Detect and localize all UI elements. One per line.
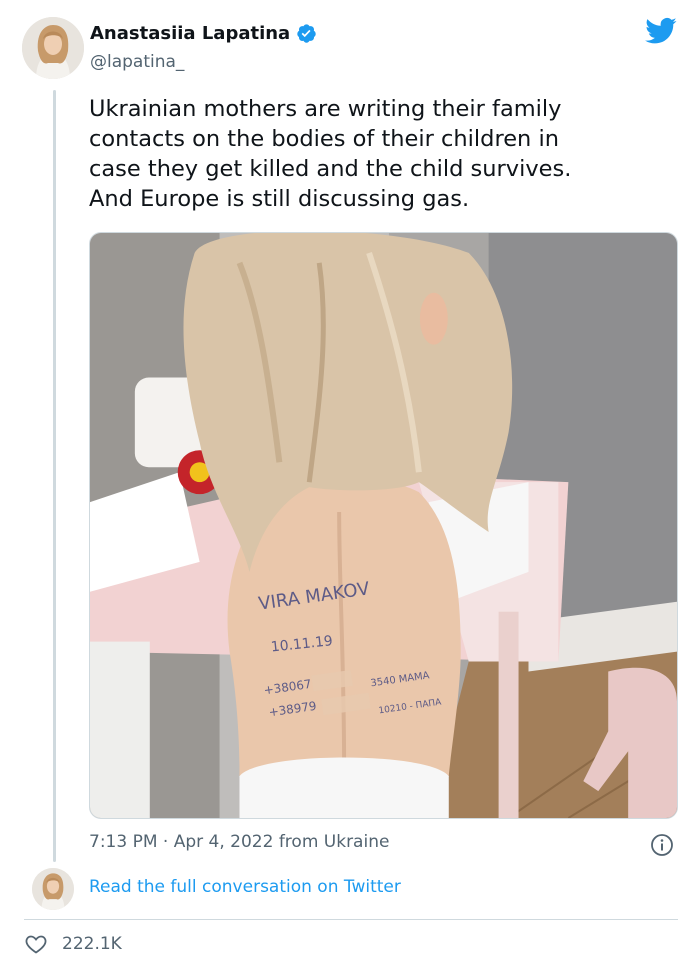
author-avatar-small[interactable]	[32, 868, 74, 910]
author-name-row[interactable]: Anastasiia Lapatina	[90, 23, 317, 44]
like-count: 222.1K	[62, 934, 122, 954]
author-display-name[interactable]: Anastasiia Lapatina	[90, 23, 290, 44]
verified-badge-icon	[297, 24, 316, 43]
tweet-text: Ukrainian mothers are writing their fami…	[89, 96, 572, 212]
tweet-timestamp[interactable]: 7:13 PM · Apr 4, 2022 from Ukraine	[89, 832, 389, 852]
like-button[interactable]: 222.1K	[24, 932, 122, 956]
info-icon[interactable]	[650, 833, 674, 857]
tweet-photo[interactable]: VIRA MAKOV 10.11.19 +38067 3540 МАМА +38…	[89, 232, 678, 819]
thread-line	[53, 90, 56, 862]
author-handle[interactable]: @lapatina_	[90, 52, 184, 72]
twitter-bird-icon[interactable]	[645, 17, 677, 45]
read-conversation-link[interactable]: Read the full conversation on Twitter	[89, 877, 401, 897]
divider	[24, 919, 678, 920]
author-avatar[interactable]	[22, 17, 84, 79]
heart-icon[interactable]	[24, 932, 48, 956]
